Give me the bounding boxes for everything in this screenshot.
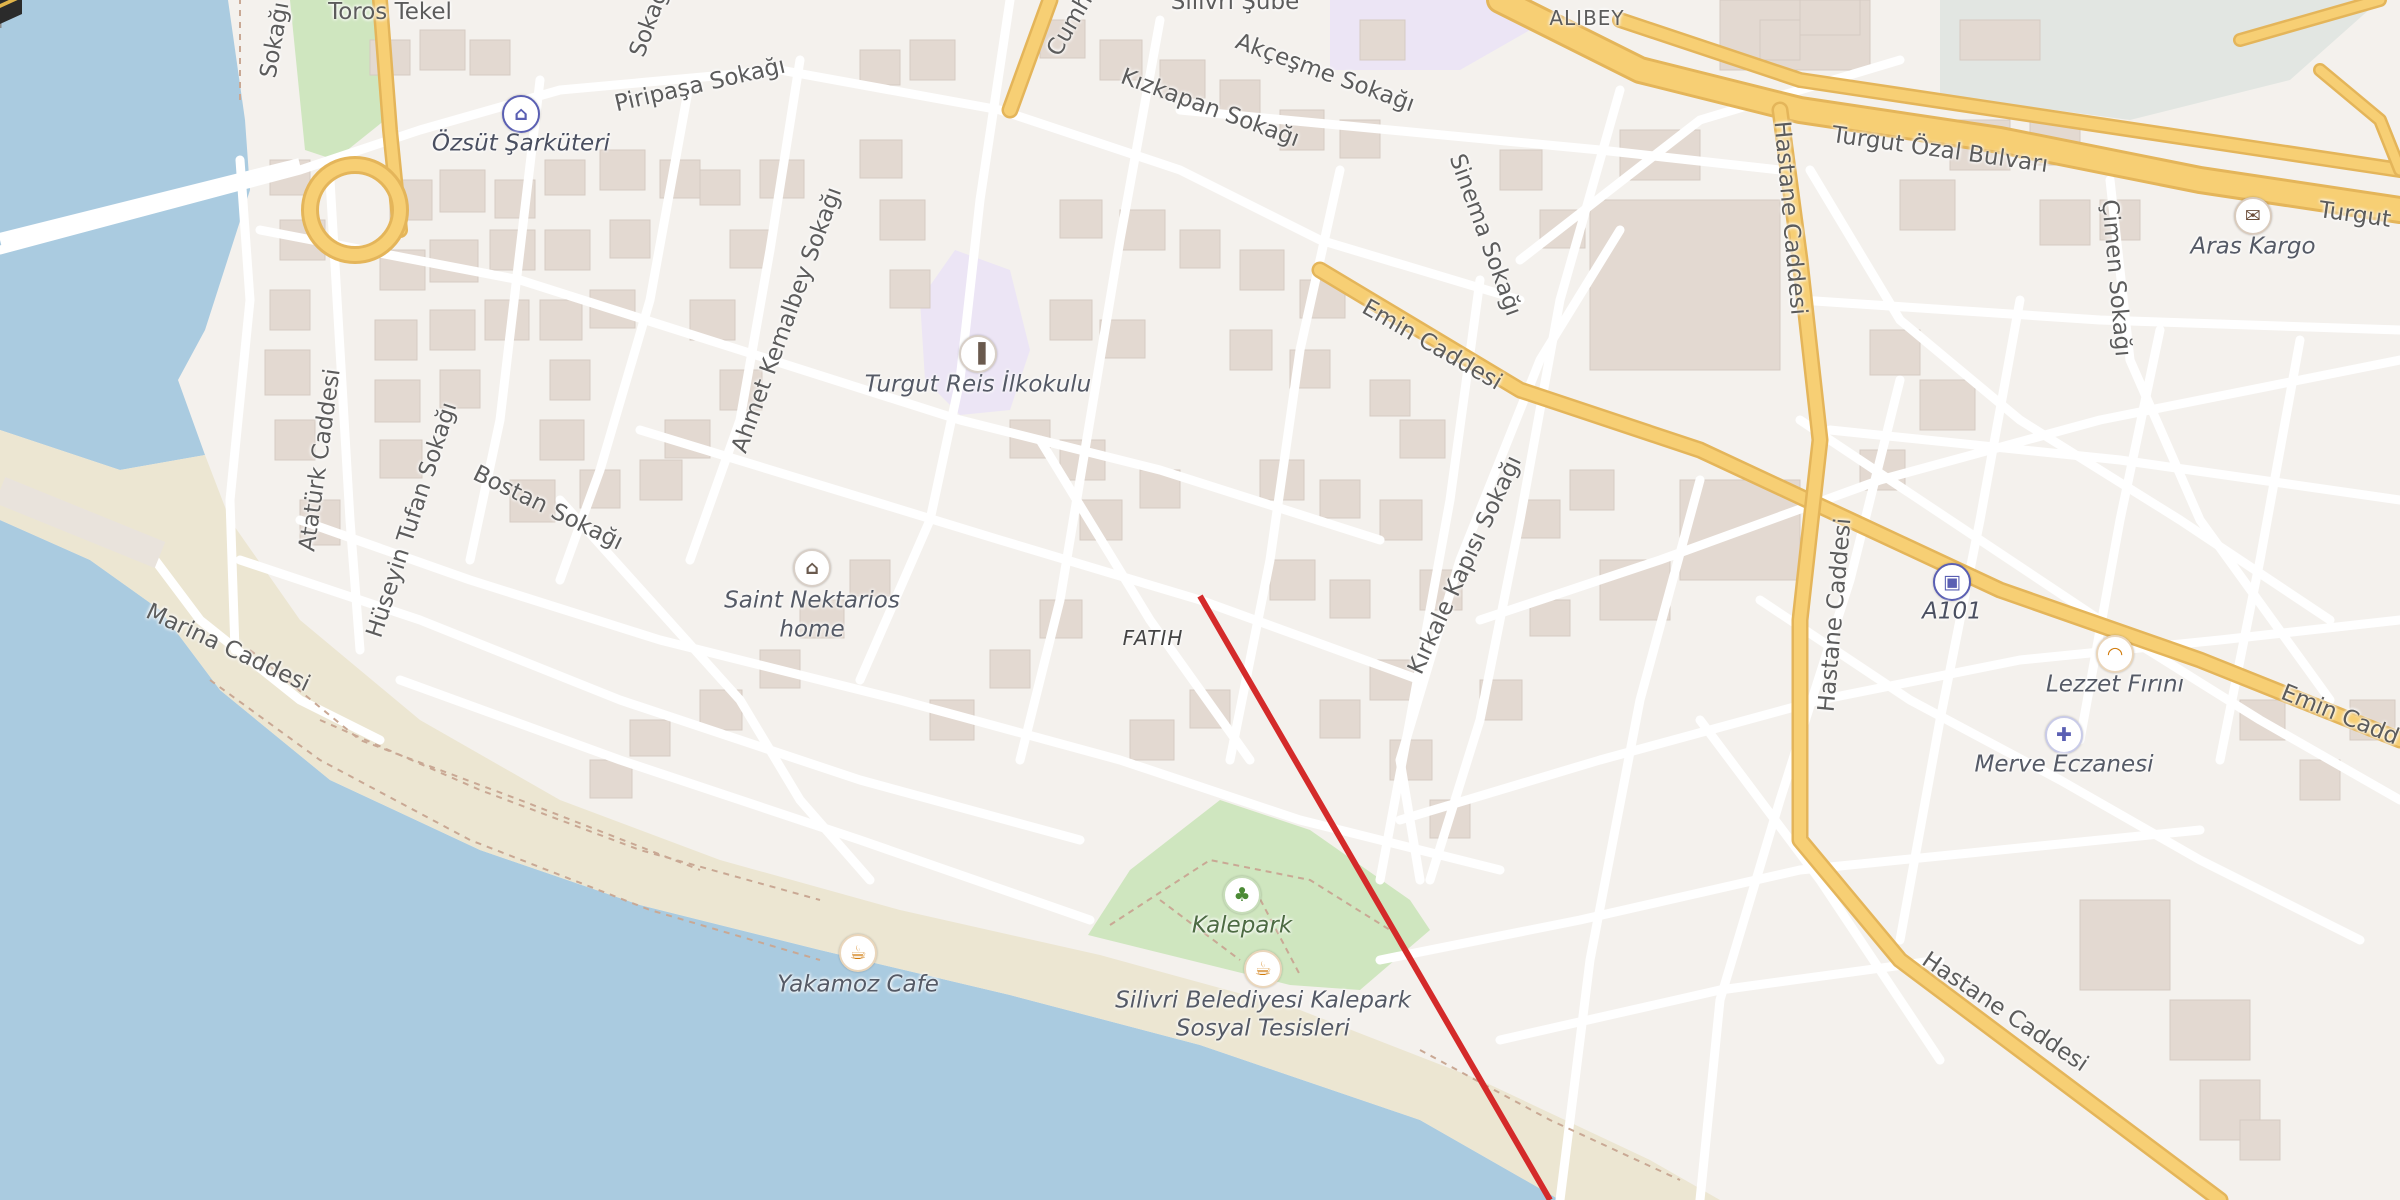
poi-label-silivri-sube: Silivri Şube <box>1170 0 1300 15</box>
poi-label-lezzet-firini[interactable]: Lezzet Fırını <box>2046 672 2184 699</box>
shopping-cart-icon[interactable]: ▣ <box>1933 563 1971 601</box>
cafe-cup-icon[interactable]: ☕ <box>839 934 877 972</box>
poi-label-sosyal-tesisleri-line1[interactable]: Silivri Belediyesi Kalepark <box>1115 988 1411 1015</box>
street-label-toros-tekel: Toros Tekel <box>328 0 452 25</box>
kaaba-icon[interactable] <box>0 0 26 26</box>
poi-label-saint-nektarios-line1[interactable]: Saint Nektarios <box>724 588 900 615</box>
poi-label-a101[interactable]: A101 <box>1922 599 1982 626</box>
poi-label-saint-nektarios-line2[interactable]: home <box>779 617 844 644</box>
poi-label-turgut-reis-ilkokulu[interactable]: Turgut Reis İlkokulu <box>865 372 1092 399</box>
bakery-croissant-icon[interactable]: ◠ <box>2096 635 2134 673</box>
district-label: FATIH <box>1122 626 1184 650</box>
school-icon[interactable]: ▐ <box>959 335 997 373</box>
poi-label-ozsut-sarkuteri[interactable]: Özsüt Şarküteri <box>432 131 610 158</box>
poi-label-merve-eczanesi[interactable]: Merve Eczanesi <box>1975 752 2154 779</box>
pharmacy-mortar-icon[interactable]: ✚ <box>2045 716 2083 754</box>
shopping-basket-icon[interactable]: ⌂ <box>502 95 540 133</box>
poi-label-aras-kargo[interactable]: Aras Kargo <box>2190 234 2315 261</box>
poi-label-kalepark[interactable]: Kalepark <box>1192 913 1292 940</box>
poi-label-yakamoz-cafe[interactable]: Yakamoz Cafe <box>777 972 939 999</box>
district-label-alibey: ALIBEY <box>1549 6 1625 30</box>
envelope-icon[interactable]: ✉ <box>2234 197 2272 235</box>
poi-label-sosyal-tesisleri-line2[interactable]: Sosyal Tesisleri <box>1176 1016 1350 1043</box>
map-view[interactable]: ⌂ ▐ ⌂ ♣ ☕ ☕ ▣ ◠ ✚ ✉ Özsüt Şarküteri Turg… <box>0 0 2400 1200</box>
tree-icon[interactable]: ♣ <box>1223 876 1261 914</box>
historic-building-icon[interactable]: ⌂ <box>793 549 831 587</box>
cafe-cup-icon[interactable]: ☕ <box>1244 950 1282 988</box>
